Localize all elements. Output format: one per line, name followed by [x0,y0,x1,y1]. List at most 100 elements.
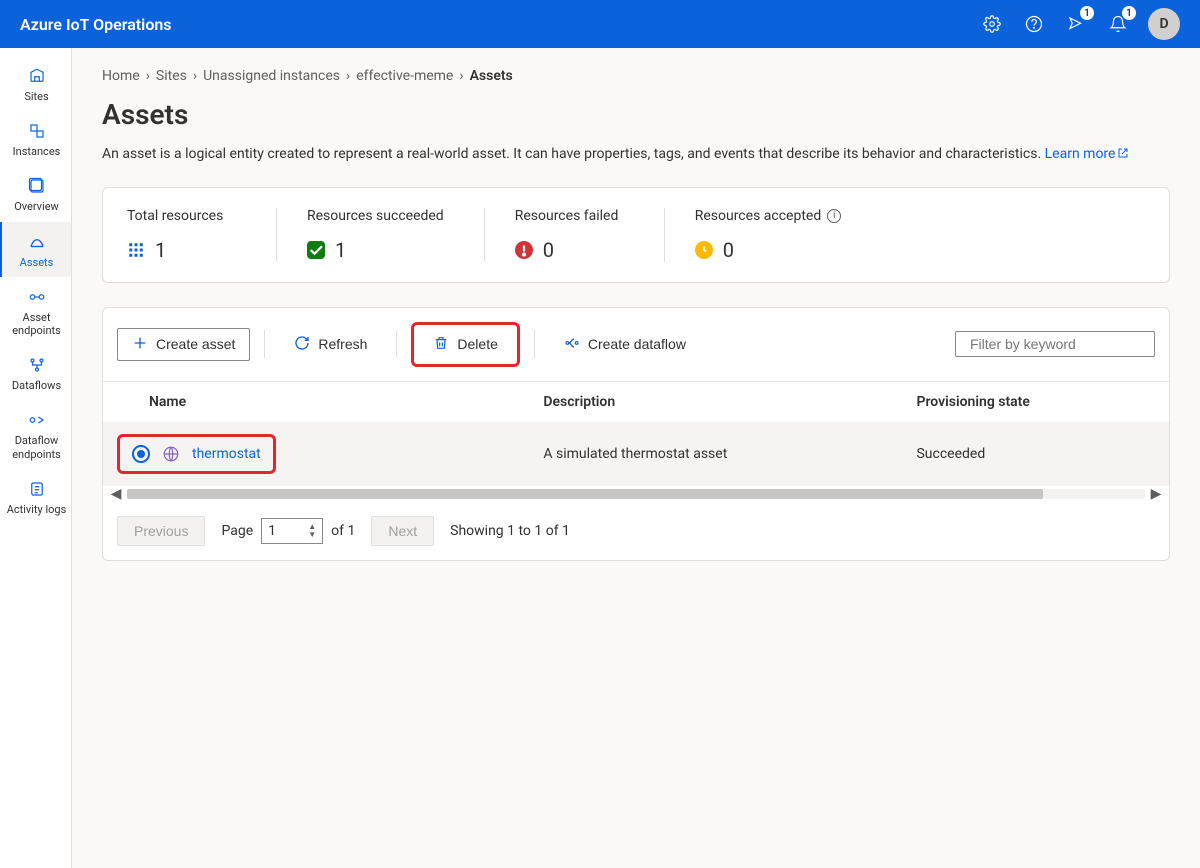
dataflows-icon [27,355,47,375]
previous-button[interactable]: Previous [117,516,205,546]
summary-total: Total resources 1 [127,208,277,262]
asset-icon [162,445,180,463]
delete-highlight: Delete [411,322,519,367]
clock-icon [695,241,713,259]
sites-icon [27,66,47,86]
sidebar-item-label: Dataflows [12,379,61,392]
page-label: Page [221,523,253,539]
assets-table: Name Description Provisioning state ther… [103,382,1169,486]
sidebar-item-instances[interactable]: Instances [0,111,71,166]
scroll-left-icon[interactable]: ◀ [109,487,123,501]
toolbar-separator [534,330,535,358]
refresh-icon [294,335,310,354]
summary-succeeded-label: Resources succeeded [307,208,444,224]
assets-icon [27,232,47,252]
bell-icon[interactable]: 1 [1106,12,1130,36]
filter-input-wrapper[interactable] [955,331,1155,357]
col-description[interactable]: Description [529,382,902,422]
create-dataflow-button[interactable]: Create dataflow [549,328,701,361]
assets-table-card: Create asset Refresh Delete Cr [102,307,1170,561]
showing-text: Showing 1 to 1 of 1 [450,523,570,539]
breadcrumb-sites[interactable]: Sites [156,68,187,84]
summary-card: Total resources 1 Resources succeeded 1 … [102,187,1170,283]
horizontal-scrollbar[interactable]: ◀ ▶ [103,486,1169,502]
brand-title: Azure IoT Operations [20,15,980,34]
error-icon [515,241,533,259]
chevron-right-icon: › [193,68,197,84]
summary-accepted: Resources accepted i 0 [695,208,882,262]
breadcrumb-unassigned[interactable]: Unassigned instances [203,68,340,84]
sidebar-item-label: Activity logs [7,503,67,516]
scroll-thumb[interactable] [127,489,1043,499]
feedback-icon[interactable]: 1 [1064,12,1088,36]
summary-total-value: 1 [155,238,166,262]
breadcrumb-current: Assets [470,68,513,84]
main-content: Home › Sites › Unassigned instances › ef… [72,48,1200,868]
sidebar-item-sites[interactable]: Sites [0,56,71,111]
info-icon[interactable]: i [827,209,841,223]
sidebar-item-label: Asset endpoints [6,311,67,337]
page-description: An asset is a logical entity created to … [102,145,1170,165]
sidebar-item-asset-endpoints[interactable]: Asset endpoints [0,277,71,345]
row-radio-selected[interactable] [132,445,150,463]
page-of-label: of 1 [331,523,355,539]
create-asset-button[interactable]: Create asset [117,328,250,361]
bell-badge: 1 [1122,6,1136,20]
summary-failed-label: Resources failed [515,208,624,224]
topbar: Azure IoT Operations 1 1 D [0,0,1200,48]
chevron-right-icon: › [146,68,150,84]
check-icon [307,241,325,259]
pagination: Previous Page 1 ▲▼ of 1 Next Showing 1 t… [103,502,1169,560]
sidebar-item-dataflow-endpoints[interactable]: Dataflow endpoints [0,400,71,468]
row-highlight: thermostat [117,434,276,474]
topbar-actions: 1 1 D [980,8,1180,40]
refresh-button[interactable]: Refresh [279,328,382,361]
chevron-right-icon: › [459,68,463,84]
dataflow-endpoints-icon [27,410,47,430]
page-input-group: Page 1 ▲▼ of 1 [221,518,355,544]
overview-icon [27,176,47,196]
toolbar-separator [396,330,397,358]
gear-icon[interactable] [980,12,1004,36]
next-button[interactable]: Next [371,516,434,546]
page-number-input[interactable]: 1 ▲▼ [261,518,323,544]
sidebar-item-label: Assets [20,256,54,269]
filter-input[interactable] [970,336,1151,352]
breadcrumb-instance[interactable]: effective-meme [356,68,453,84]
col-name[interactable]: Name [103,382,529,422]
sidebar-item-dataflows[interactable]: Dataflows [0,345,71,400]
breadcrumb-home[interactable]: Home [102,68,140,84]
spinner-icon[interactable]: ▲▼ [308,523,316,539]
activity-logs-icon [27,479,47,499]
feedback-badge: 1 [1080,6,1094,20]
sidebar-item-label: Dataflow endpoints [6,434,67,460]
sidebar-item-label: Sites [24,90,48,103]
breadcrumb: Home › Sites › Unassigned instances › ef… [102,68,1170,84]
chevron-right-icon: › [346,68,350,84]
summary-succeeded-value: 1 [335,238,346,262]
avatar[interactable]: D [1148,8,1180,40]
plus-icon [132,335,148,354]
summary-failed: Resources failed 0 [515,208,665,262]
instances-icon [27,121,47,141]
table-row[interactable]: thermostat A simulated thermostat asset … [103,422,1169,486]
asset-endpoints-icon [27,287,47,307]
scroll-track[interactable] [127,489,1145,499]
asset-description: A simulated thermostat asset [529,422,902,486]
sidebar-item-overview[interactable]: Overview [0,166,71,221]
scroll-right-icon[interactable]: ▶ [1149,487,1163,501]
dataflow-icon [564,335,580,354]
trash-icon [433,335,449,354]
delete-button[interactable]: Delete [418,328,512,361]
learn-more-link[interactable]: Learn more [1045,146,1130,162]
asset-name-link[interactable]: thermostat [192,446,261,462]
sidebar-item-activity-logs[interactable]: Activity logs [0,469,71,524]
sidebar: Sites Instances Overview Assets Asset en… [0,48,72,868]
summary-accepted-label: Resources accepted i [695,208,842,224]
help-icon[interactable] [1022,12,1046,36]
grid-icon [127,241,145,259]
sidebar-item-label: Instances [13,145,61,158]
col-state[interactable]: Provisioning state [902,382,1169,422]
sidebar-item-assets[interactable]: Assets [0,222,71,277]
toolbar-separator [264,330,265,358]
